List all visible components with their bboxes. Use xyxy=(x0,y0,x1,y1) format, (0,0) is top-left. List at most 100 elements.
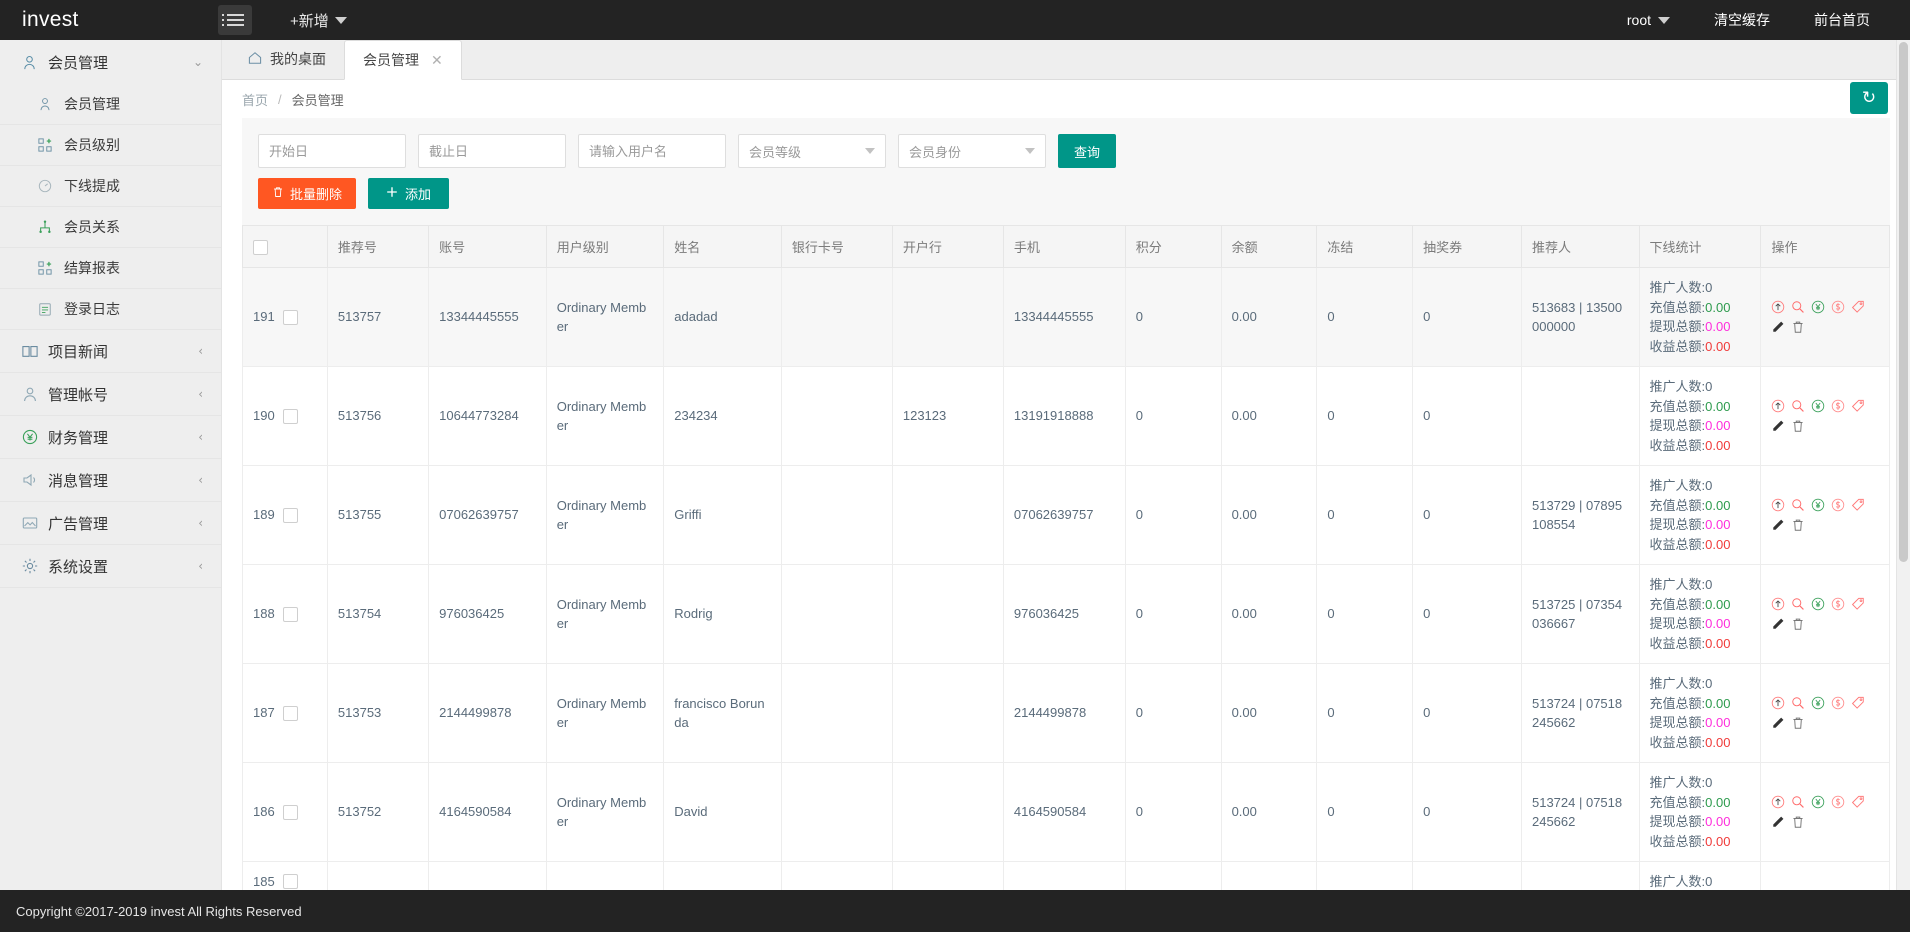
delete-trash-icon[interactable] xyxy=(1791,518,1805,532)
search-icon[interactable] xyxy=(1791,300,1805,314)
edit-pencil-icon[interactable] xyxy=(1771,617,1785,631)
sidebar-item-system-settings[interactable]: 系统设置 ‹ xyxy=(0,545,221,588)
dollar-circle-icon[interactable] xyxy=(1831,498,1845,512)
hamburger-icon[interactable] xyxy=(218,5,252,35)
table-row[interactable]: 185 推广人数:0 xyxy=(242,861,1890,890)
column-operations[interactable]: 操作 xyxy=(1760,225,1890,268)
edit-pencil-icon[interactable] xyxy=(1771,320,1785,334)
refresh-button[interactable]: ↻ xyxy=(1850,82,1888,114)
sidebar-item-admin-accounts[interactable]: 管理帐号 ‹ xyxy=(0,373,221,416)
promote-icon[interactable] xyxy=(1771,300,1785,314)
dollar-circle-icon[interactable] xyxy=(1831,696,1845,710)
brand-logo[interactable]: invest xyxy=(0,0,210,40)
yen-circle-icon[interactable] xyxy=(1811,795,1825,809)
tag-icon[interactable] xyxy=(1851,795,1865,809)
batch-delete-button[interactable]: 批量删除 xyxy=(258,178,357,209)
edit-pencil-icon[interactable] xyxy=(1771,716,1785,730)
delete-trash-icon[interactable] xyxy=(1791,320,1805,334)
search-icon[interactable] xyxy=(1791,696,1805,710)
sidebar-item-member-level[interactable]: 会员级别 xyxy=(0,125,221,166)
end-date-input[interactable] xyxy=(418,134,566,168)
tag-icon[interactable] xyxy=(1851,498,1865,512)
start-date-input[interactable] xyxy=(258,134,406,168)
column-downline-stats[interactable]: 下线统计 xyxy=(1638,225,1762,268)
dollar-circle-icon[interactable] xyxy=(1831,300,1845,314)
sidebar-item-member-management[interactable]: 会员管理 xyxy=(0,84,221,125)
user-menu[interactable]: root xyxy=(1605,0,1692,40)
username-input[interactable] xyxy=(578,134,726,168)
edit-pencil-icon[interactable] xyxy=(1771,815,1785,829)
column-lottery[interactable]: 抽奖券 xyxy=(1412,225,1522,268)
delete-trash-icon[interactable] xyxy=(1791,716,1805,730)
close-icon[interactable]: ✕ xyxy=(431,52,443,69)
row-checkbox[interactable] xyxy=(282,874,298,890)
sidebar-item-project-news[interactable]: 项目新闻 ‹ xyxy=(0,330,221,373)
clear-cache-button[interactable]: 清空缓存 xyxy=(1692,0,1792,40)
tag-icon[interactable] xyxy=(1851,300,1865,314)
column-bank-card[interactable]: 银行卡号 xyxy=(780,225,893,268)
search-icon[interactable] xyxy=(1791,795,1805,809)
column-user-level[interactable]: 用户级别 xyxy=(545,225,665,268)
tag-icon[interactable] xyxy=(1851,399,1865,413)
promote-icon[interactable] xyxy=(1771,399,1785,413)
column-phone[interactable]: 手机 xyxy=(1002,225,1126,268)
table-row[interactable]: 191 513757 13344445555 Ordinary Member a… xyxy=(242,267,1890,367)
member-identity-select[interactable]: 会员身份 xyxy=(898,134,1046,168)
sidebar-item-downline-commission[interactable]: 下线提成 xyxy=(0,166,221,207)
delete-trash-icon[interactable] xyxy=(1791,815,1805,829)
row-checkbox[interactable] xyxy=(282,705,298,721)
scrollbar-thumb[interactable] xyxy=(1899,42,1908,562)
yen-circle-icon[interactable] xyxy=(1811,597,1825,611)
tab-my-desktop[interactable]: 我的桌面 xyxy=(230,40,344,79)
row-checkbox[interactable] xyxy=(282,408,298,424)
sidebar-item-settlement-report[interactable]: 结算报表 xyxy=(0,248,221,289)
column-referrer[interactable]: 推荐人 xyxy=(1520,225,1640,268)
yen-circle-icon[interactable] xyxy=(1811,300,1825,314)
table-row[interactable]: 190 513756 10644773284 Ordinary Member 2… xyxy=(242,366,1890,466)
dollar-circle-icon[interactable] xyxy=(1831,795,1845,809)
row-checkbox[interactable] xyxy=(282,606,298,622)
tag-icon[interactable] xyxy=(1851,597,1865,611)
row-checkbox[interactable] xyxy=(282,309,298,325)
table-row[interactable]: 187 513753 2144499878 Ordinary Member fr… xyxy=(242,663,1890,763)
edit-pencil-icon[interactable] xyxy=(1771,518,1785,532)
sidebar-item-member-relations[interactable]: 会员关系 xyxy=(0,207,221,248)
table-row[interactable]: 186 513752 4164590584 Ordinary Member Da… xyxy=(242,762,1890,862)
promote-icon[interactable] xyxy=(1771,498,1785,512)
delete-trash-icon[interactable] xyxy=(1791,419,1805,433)
sidebar-item-ad-management[interactable]: 广告管理 ‹ xyxy=(0,502,221,545)
page-scrollbar[interactable] xyxy=(1896,40,1910,890)
delete-trash-icon[interactable] xyxy=(1791,617,1805,631)
search-icon[interactable] xyxy=(1791,597,1805,611)
tab-member-management[interactable]: 会员管理 ✕ xyxy=(344,40,462,80)
column-balance[interactable]: 余额 xyxy=(1220,225,1318,268)
column-frozen[interactable]: 冻结 xyxy=(1316,225,1414,268)
column-points[interactable]: 积分 xyxy=(1124,225,1222,268)
sidebar-item-finance[interactable]: 财务管理 ‹ xyxy=(0,416,221,459)
yen-circle-icon[interactable] xyxy=(1811,399,1825,413)
yen-circle-icon[interactable] xyxy=(1811,498,1825,512)
column-name[interactable]: 姓名 xyxy=(663,225,782,268)
row-checkbox[interactable] xyxy=(282,507,298,523)
table-row[interactable]: 188 513754 976036425 Ordinary Member Rod… xyxy=(242,564,1890,664)
dollar-circle-icon[interactable] xyxy=(1831,597,1845,611)
sidebar-item-message-management[interactable]: 消息管理 ‹ xyxy=(0,459,221,502)
add-button[interactable]: 添加 xyxy=(368,178,450,209)
dollar-circle-icon[interactable] xyxy=(1831,399,1845,413)
promote-icon[interactable] xyxy=(1771,696,1785,710)
promote-icon[interactable] xyxy=(1771,795,1785,809)
column-account[interactable]: 账号 xyxy=(428,225,547,268)
row-checkbox[interactable] xyxy=(282,804,298,820)
column-bank-branch[interactable]: 开户行 xyxy=(891,225,1004,268)
search-icon[interactable] xyxy=(1791,498,1805,512)
member-level-select[interactable]: 会员等级 xyxy=(738,134,886,168)
table-row[interactable]: 189 513755 07062639757 Ordinary Member G… xyxy=(242,465,1890,565)
promote-icon[interactable] xyxy=(1771,597,1785,611)
edit-pencil-icon[interactable] xyxy=(1771,419,1785,433)
sidebar-item-login-log[interactable]: 登录日志 xyxy=(0,289,221,330)
tag-icon[interactable] xyxy=(1851,696,1865,710)
sidebar-group-member-management[interactable]: 会员管理 ⌄ xyxy=(0,40,221,84)
yen-circle-icon[interactable] xyxy=(1811,696,1825,710)
search-icon[interactable] xyxy=(1791,399,1805,413)
column-ref-no[interactable]: 推荐号 xyxy=(326,225,430,268)
